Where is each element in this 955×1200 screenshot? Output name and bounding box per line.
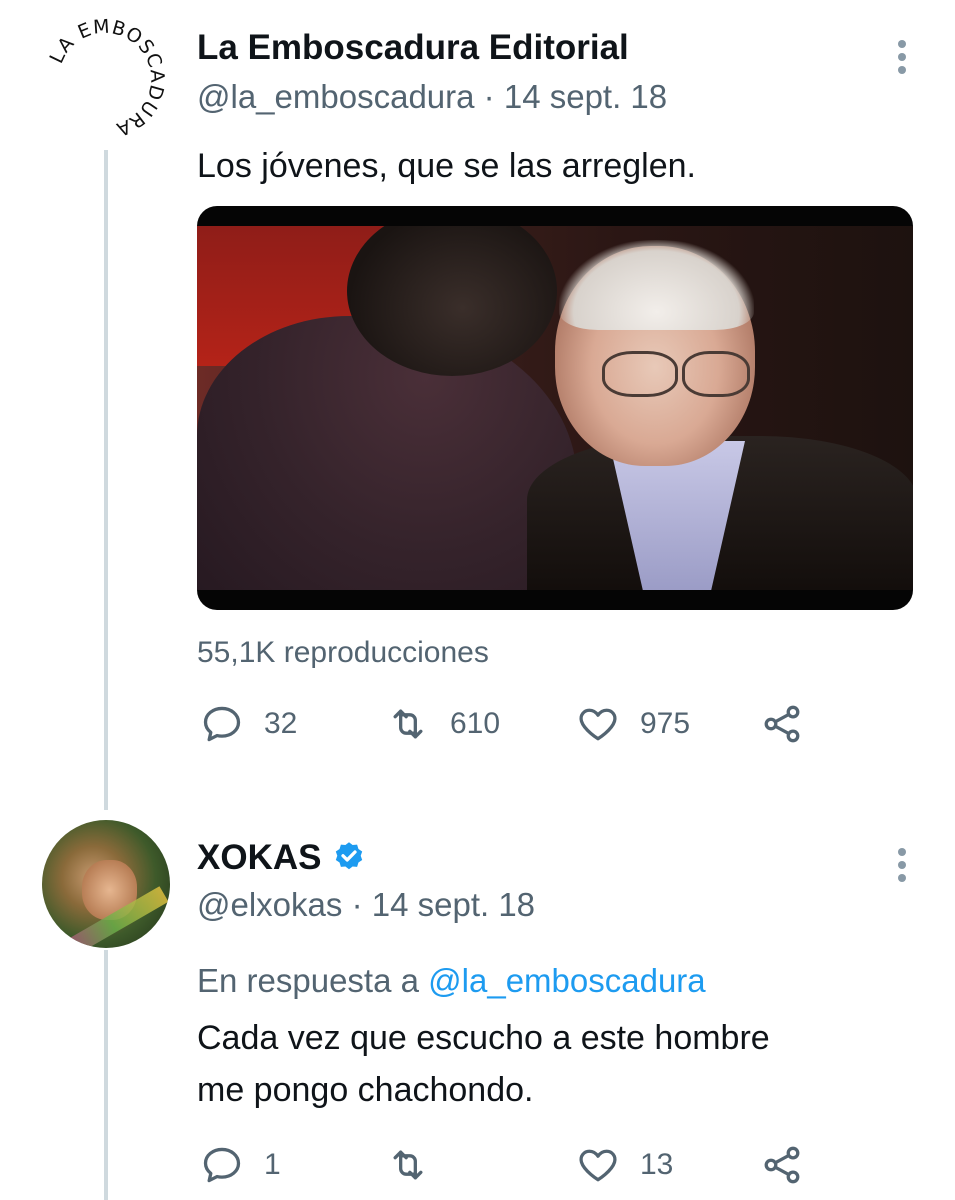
reply-count: 32 (264, 707, 298, 740)
reply-icon (203, 1147, 241, 1183)
retweet-icon (393, 709, 423, 739)
like-count: 13 (640, 1148, 674, 1181)
meta-separator: · (351, 886, 363, 923)
author-name[interactable]: La Emboscadura Editorial (197, 28, 629, 68)
tweet-actions: 32 610 975 (0, 702, 955, 752)
tweet-text: Cada vez que escucho a este hombre me po… (197, 1012, 770, 1116)
tweet-text: Los jóvenes, que se las arreglen. (197, 147, 696, 185)
avatar-emboscadura-logo[interactable]: LA EMBOSCADURA (40, 14, 170, 144)
share-icon (764, 705, 800, 743)
video-frame-image (197, 226, 913, 590)
tweet-text-line: me pongo chachondo. (197, 1071, 534, 1109)
video-thumbnail[interactable] (197, 206, 913, 610)
tweet-date[interactable]: 14 sept. 18 (504, 78, 667, 115)
emboscadura-logo-icon: LA EMBOSCADURA (46, 16, 169, 141)
share-button[interactable] (760, 1143, 804, 1187)
reply-icon (203, 706, 241, 742)
more-options-icon[interactable] (898, 848, 908, 887)
heart-icon (579, 708, 617, 741)
reply-count: 1 (264, 1148, 281, 1181)
tweet-actions: 1 13 (0, 1143, 955, 1193)
retweet-count: 610 (450, 707, 501, 740)
like-count: 975 (640, 707, 691, 740)
reply-button[interactable]: 1 (200, 1143, 281, 1187)
author-name[interactable]: XOKAS (197, 838, 321, 878)
like-button[interactable]: 975 (576, 702, 690, 746)
author-handle[interactable]: @la_emboscadura (197, 78, 475, 115)
author-handle[interactable]: @elxokas (197, 886, 342, 923)
tweet-text-line: Cada vez que escucho a este hombre (197, 1019, 770, 1057)
retweet-icon (393, 1150, 423, 1180)
view-count: 55,1K reproducciones (197, 636, 489, 669)
like-button[interactable]: 13 (576, 1143, 673, 1187)
meta-separator: · (483, 78, 495, 115)
tweet-date[interactable]: 14 sept. 18 (372, 886, 535, 923)
logo-text: LA EMBOSCADURA (46, 16, 169, 141)
verified-badge-icon (336, 842, 363, 870)
author-name-row: XOKAS (197, 838, 367, 878)
reply-prefix: En respuesta a (197, 962, 419, 999)
retweet-button[interactable]: 610 (386, 702, 500, 746)
reply-context: En respuesta a @la_emboscadura (197, 962, 706, 1000)
author-meta: @la_emboscadura · 14 sept. 18 (197, 78, 667, 116)
avatar-xokas[interactable] (42, 820, 170, 948)
reply-button[interactable]: 32 (200, 702, 297, 746)
more-options-icon[interactable] (898, 40, 908, 79)
share-button[interactable] (760, 702, 804, 746)
retweet-button[interactable] (386, 1143, 450, 1187)
reply-to-link[interactable]: @la_emboscadura (428, 962, 706, 999)
share-icon (764, 1146, 800, 1184)
author-meta: @elxokas · 14 sept. 18 (197, 886, 535, 924)
heart-icon (579, 1149, 617, 1182)
